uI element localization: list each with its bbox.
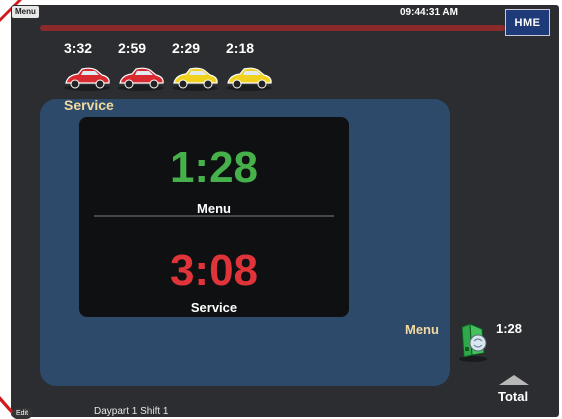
edit-button[interactable]: Edit xyxy=(12,408,33,419)
timer-divider xyxy=(94,215,334,217)
red-car-icon xyxy=(64,67,110,91)
hme-logo: HME xyxy=(505,9,550,36)
car-queue-time-3: 2:29 xyxy=(172,40,201,56)
car-queue-time-2: 2:59 xyxy=(118,40,147,56)
menu-timer-label: Menu xyxy=(197,201,231,216)
menu-tab[interactable]: Menu xyxy=(12,6,39,18)
car-queue-time-4: 2:18 xyxy=(226,40,255,56)
clock-display: 09:44:31 AM xyxy=(400,7,458,18)
yellow-car-icon xyxy=(226,67,272,91)
menu-board-speaker-icon xyxy=(459,323,487,362)
lane-menu-time: 1:28 xyxy=(496,321,523,336)
lane-menu-label: Menu xyxy=(405,322,439,337)
daypart-shift-status: Daypart 1 Shift 1 xyxy=(94,406,169,417)
up-arrow-icon[interactable] xyxy=(498,374,530,386)
service-timer-label: Service xyxy=(190,300,238,315)
red-car-icon xyxy=(118,67,164,91)
service-panel-title: Service xyxy=(64,97,114,113)
car-queue-time-1: 3:32 xyxy=(64,40,93,56)
total-button[interactable]: Total xyxy=(498,389,528,404)
yellow-car-icon xyxy=(172,67,218,91)
top-progress-bar xyxy=(40,25,505,31)
drive-thru-timer-screen: Menu 09:44:31 AM HME 3:32 2:59 2:29 2:18… xyxy=(0,0,562,419)
menu-timer-value: 1:28 xyxy=(169,143,259,192)
service-timer-value: 3:08 xyxy=(169,246,259,295)
